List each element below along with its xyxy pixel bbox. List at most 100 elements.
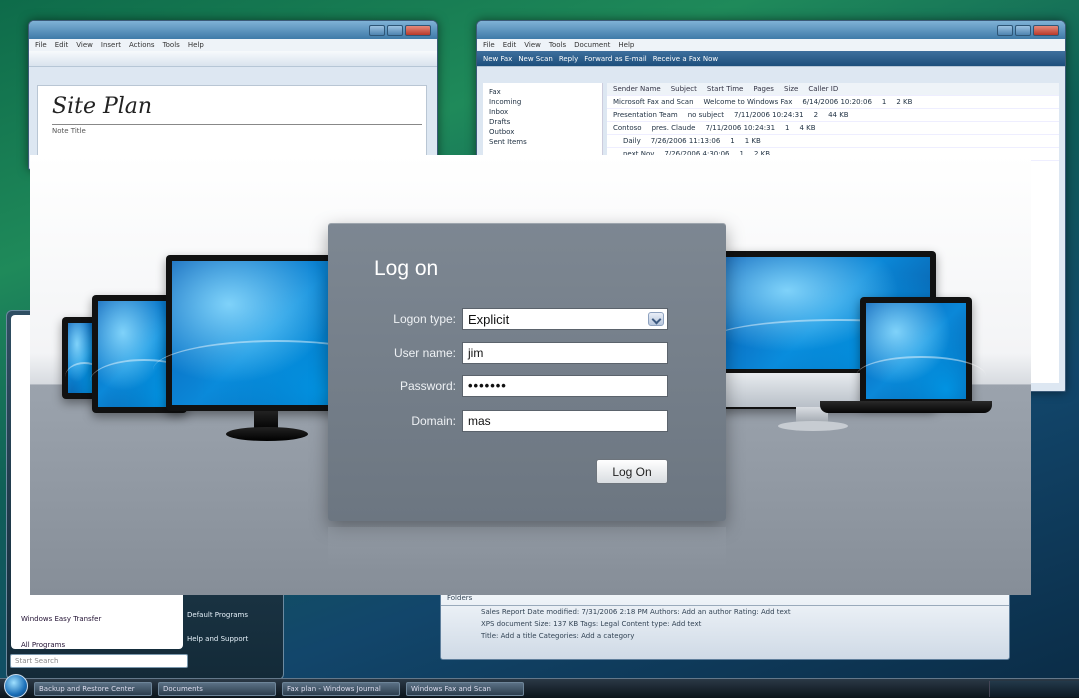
details-line: Sales Report Date modified: 7/31/2006 2:… <box>481 608 791 616</box>
column-header[interactable]: Subject <box>671 85 697 93</box>
logon-type-select[interactable]: Explicit <box>462 308 668 330</box>
column-header[interactable]: Pages <box>753 85 774 93</box>
new-fax-button[interactable]: New Fax <box>483 55 512 63</box>
table-row[interactable]: Daily 7/26/2006 11:13:06 1 1 KB <box>607 135 1059 148</box>
program-easy-transfer[interactable]: Windows Easy Transfer <box>21 615 101 623</box>
window-controls <box>369 24 431 36</box>
forward-email-button[interactable]: Forward as E-mail <box>584 55 646 63</box>
cell: 7/11/2006 10:24:31 <box>705 124 776 132</box>
menu-view[interactable]: View <box>524 41 541 49</box>
cell: 7/26/2006 11:13:06 <box>650 137 721 145</box>
logon-button[interactable]: Log On <box>596 459 668 484</box>
cell: 4 KB <box>799 124 816 132</box>
minimize-icon[interactable] <box>369 24 385 36</box>
tree-item[interactable]: Outbox <box>489 127 596 137</box>
details-line: Title: Add a title Categories: Add a cat… <box>481 632 635 640</box>
cell: no subject <box>687 111 725 119</box>
window-controls <box>997 24 1059 36</box>
table-row[interactable]: Presentation Team no subject 7/11/2006 1… <box>607 109 1059 122</box>
cell: Microsoft Fax and Scan <box>613 98 694 106</box>
cell: 2 <box>813 111 819 119</box>
all-programs-link[interactable]: All Programs <box>21 641 65 649</box>
taskbar-button[interactable]: Windows Fax and Scan <box>406 681 524 696</box>
cell: 1 <box>881 98 887 106</box>
password-row: Password: ••••••• <box>328 375 726 399</box>
username-row: User name: jim <box>328 342 726 366</box>
menu-file[interactable]: File <box>483 41 495 49</box>
logon-type-label: Logon type: <box>393 312 456 326</box>
logon-type-row: Logon type: Explicit <box>328 308 726 332</box>
column-header[interactable]: Start Time <box>707 85 743 93</box>
taskbar-button[interactable]: Backup and Restore Center <box>34 681 152 696</box>
start-menu-links: Default Programs Help and Support <box>187 603 248 651</box>
dialog-title: Log on <box>374 257 439 280</box>
details-pane: Folders Sales Report Date modified: 7/31… <box>440 590 1010 660</box>
menu-tools[interactable]: Tools <box>549 41 566 49</box>
column-header[interactable]: Size <box>784 85 798 93</box>
fax-toolbar: New Fax New Scan Reply Forward as E-mail… <box>477 51 1065 67</box>
page-heading: Site Plan <box>52 94 153 119</box>
system-tray[interactable] <box>989 680 1079 697</box>
tree-item[interactable]: Drafts <box>489 117 596 127</box>
domain-field[interactable]: mas <box>462 410 668 432</box>
close-icon[interactable] <box>405 24 431 36</box>
monitor-base <box>226 427 308 441</box>
default-programs-link[interactable]: Default Programs <box>187 603 248 627</box>
laptop-base <box>820 401 992 413</box>
taskbar-button[interactable]: Fax plan - Windows Journal <box>282 681 400 696</box>
username-label: User name: <box>393 346 456 360</box>
help-support-link[interactable]: Help and Support <box>187 627 248 651</box>
imac-foot <box>778 421 848 431</box>
fax-list-header: Sender Name Subject Start Time Pages Siz… <box>607 83 1059 96</box>
username-field[interactable]: jim <box>462 342 668 364</box>
menu-document[interactable]: Document <box>574 41 610 49</box>
start-search-input[interactable]: Start Search <box>10 654 188 668</box>
minimize-icon[interactable] <box>997 24 1013 36</box>
menu-help[interactable]: Help <box>618 41 634 49</box>
menu-tools[interactable]: Tools <box>163 41 180 49</box>
fax-titlebar[interactable] <box>477 21 1065 39</box>
menu-edit[interactable]: Edit <box>55 41 69 49</box>
column-header[interactable]: Caller ID <box>808 85 838 93</box>
receive-fax-button[interactable]: Receive a Fax Now <box>653 55 718 63</box>
table-row[interactable]: Contoso pres. Claude 7/11/2006 10:24:31 … <box>607 122 1059 135</box>
cell: Daily <box>623 137 641 145</box>
journal-titlebar[interactable] <box>29 21 437 39</box>
tree-item[interactable]: Incoming <box>489 97 596 107</box>
menu-edit[interactable]: Edit <box>503 41 517 49</box>
menu-help[interactable]: Help <box>188 41 204 49</box>
maximize-icon[interactable] <box>387 24 403 36</box>
tree-item[interactable]: Fax <box>489 87 596 97</box>
new-scan-button[interactable]: New Scan <box>518 55 553 63</box>
domain-label: Domain: <box>411 414 456 428</box>
menu-view[interactable]: View <box>76 41 93 49</box>
taskbar-button[interactable]: Documents <box>158 681 276 696</box>
maximize-icon[interactable] <box>1015 24 1031 36</box>
chevron-down-icon[interactable] <box>648 312 664 326</box>
logon-type-value: Explicit <box>468 312 510 327</box>
tree-item[interactable]: Sent Items <box>489 137 596 147</box>
cell: Welcome to Windows Fax <box>703 98 793 106</box>
journal-menubar: File Edit View Insert Actions Tools Help <box>29 39 437 51</box>
menu-file[interactable]: File <box>35 41 47 49</box>
close-icon[interactable] <box>1033 24 1059 36</box>
laptop-device-icon <box>856 297 986 405</box>
tree-item[interactable]: Inbox <box>489 107 596 117</box>
start-orb-icon[interactable] <box>4 673 28 698</box>
cell: 44 KB <box>828 111 849 119</box>
column-header[interactable]: Sender Name <box>613 85 661 93</box>
password-label: Password: <box>399 379 456 393</box>
cell: 7/11/2006 10:24:31 <box>734 111 804 119</box>
note-title-label: Note Title <box>52 124 422 135</box>
cell: 2 KB <box>896 98 913 106</box>
table-row[interactable]: Microsoft Fax and Scan Welcome to Window… <box>607 96 1059 109</box>
reply-button[interactable]: Reply <box>559 55 578 63</box>
menu-insert[interactable]: Insert <box>101 41 121 49</box>
domain-row: Domain: mas <box>328 410 726 434</box>
password-field[interactable]: ••••••• <box>462 375 668 397</box>
details-line: XPS document Size: 137 KB Tags: Legal Co… <box>481 620 702 628</box>
menu-actions[interactable]: Actions <box>129 41 155 49</box>
taskbar: Backup and Restore Center Documents Fax … <box>0 673 1079 698</box>
dialog-reflection <box>328 527 726 567</box>
cell: 1 KB <box>744 137 761 145</box>
